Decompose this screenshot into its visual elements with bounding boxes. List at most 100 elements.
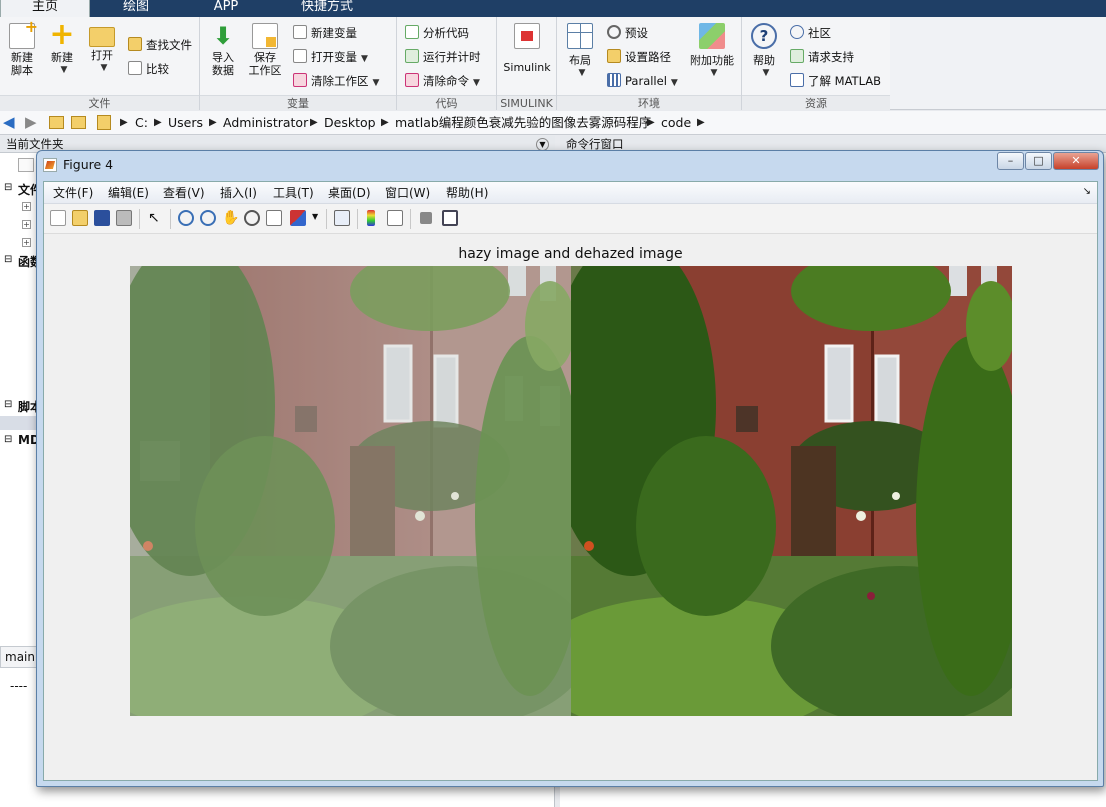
open-variable-dropdown-icon: ▼	[361, 54, 368, 64]
brush-icon[interactable]	[290, 210, 306, 226]
zoom-in-icon[interactable]	[178, 210, 194, 226]
breadcrumb-desktop[interactable]: Desktop	[324, 114, 376, 132]
learn-matlab-button[interactable]: 了解 MATLAB	[790, 71, 881, 91]
expand-icon[interactable]: +	[22, 202, 31, 211]
run-and-time-button[interactable]: 运行并计时	[405, 47, 481, 67]
editor-tab-main[interactable]: main.	[0, 646, 40, 668]
expand-icon[interactable]: +	[22, 238, 31, 247]
addons-cubes-icon	[699, 23, 725, 49]
folder-checkbox-icon[interactable]	[18, 158, 34, 172]
collapse-icon[interactable]: ⊟	[4, 399, 12, 410]
clear-commands-label: 清除命令	[423, 74, 469, 88]
save-icon[interactable]	[94, 210, 110, 226]
ribbon-tab-bar: 主页 绘图 APP 快捷方式	[0, 0, 1106, 17]
hide-plot-tools-icon[interactable]	[420, 212, 432, 224]
new-figure-icon[interactable]	[50, 210, 66, 226]
addons-dropdown-icon: ▼	[710, 68, 718, 78]
show-plot-tools-icon[interactable]	[442, 210, 458, 226]
menu-view[interactable]: 查看(V)	[163, 185, 205, 201]
zoom-out-icon[interactable]	[200, 210, 216, 226]
forward-arrow-icon[interactable]: ▶	[25, 113, 37, 131]
menu-insert[interactable]: 插入(I)	[220, 185, 257, 201]
menu-desktop[interactable]: 桌面(D)	[328, 185, 371, 201]
breadcrumb-administrator[interactable]: Administrator	[223, 114, 308, 132]
set-path-button[interactable]: 设置路径	[607, 47, 671, 67]
up-folder-icon[interactable]	[49, 116, 64, 129]
help-button[interactable]: ? 帮助 ▼	[745, 23, 783, 80]
tab-apps[interactable]: APP	[182, 0, 270, 17]
pointer-icon[interactable]: ↖	[148, 210, 164, 226]
breadcrumb-project-folder[interactable]: matlab编程颜色衰减先验的图像去雾源码程序	[395, 114, 651, 132]
breadcrumb-separator-icon: ▶	[697, 117, 705, 128]
open-variable-button[interactable]: 打开变量 ▼	[293, 47, 368, 67]
menu-edit[interactable]: 编辑(E)	[108, 185, 149, 201]
analyze-code-button[interactable]: 分析代码	[405, 23, 469, 43]
new-label: 新建	[51, 51, 73, 64]
ribbon: + 新建 脚本 + 新建 ▼ 打开 ▼ 查找文件 比较 文件 ⬇ 导入 数据 保…	[0, 17, 890, 110]
clear-workspace-button[interactable]: 清除工作区 ▼	[293, 71, 379, 91]
minimize-button[interactable]: –	[997, 152, 1024, 170]
address-bar: ◀ ▶ ▶ C: ▶ Users ▶ Administrator ▶ Deskt…	[0, 111, 1106, 135]
toolbar-separator	[410, 209, 411, 229]
figure-window[interactable]: Figure 4 – □ ✕ 文件(F) 编辑(E) 查看(V) 插入(I) 工…	[36, 150, 1104, 787]
request-support-button[interactable]: 请求支持	[790, 47, 854, 67]
collapse-icon[interactable]: ⊟	[4, 434, 12, 445]
tab-shortcuts[interactable]: 快捷方式	[272, 0, 382, 17]
maximize-button[interactable]: □	[1025, 152, 1052, 170]
dock-arrow-icon[interactable]: ↘	[1083, 186, 1091, 197]
close-button[interactable]: ✕	[1053, 152, 1099, 170]
back-arrow-icon[interactable]: ◀	[3, 113, 15, 131]
clear-commands-button[interactable]: 清除命令 ▼	[405, 71, 480, 91]
expand-icon[interactable]: +	[22, 220, 31, 229]
open-button[interactable]: 打开 ▼	[83, 23, 121, 75]
new-variable-button[interactable]: 新建变量	[293, 23, 357, 43]
breadcrumb-drive[interactable]: C:	[135, 114, 148, 132]
menu-file[interactable]: 文件(F)	[53, 185, 93, 201]
menu-window[interactable]: 窗口(W)	[385, 185, 430, 201]
collapse-icon[interactable]: ⊟	[4, 254, 12, 265]
import-data-button[interactable]: ⬇ 导入 数据	[204, 23, 242, 77]
collapse-icon[interactable]: ⊟	[4, 182, 12, 193]
brush-dropdown-icon[interactable]: ▼	[312, 212, 318, 221]
tab-home[interactable]: 主页	[0, 0, 90, 17]
open-variable-label: 打开变量	[311, 50, 357, 64]
browse-folder-icon[interactable]	[71, 116, 86, 129]
colorbar-icon[interactable]	[367, 210, 375, 226]
save-workspace-button[interactable]: 保存 工作区	[246, 23, 284, 77]
find-files-button[interactable]: 查找文件	[128, 35, 192, 55]
breadcrumb-separator-icon: ▶	[647, 117, 655, 128]
breadcrumb-separator-icon: ▶	[154, 117, 162, 128]
parallel-button[interactable]: Parallel ▼	[607, 71, 678, 91]
addons-button[interactable]: 附加功能 ▼	[687, 23, 737, 80]
breadcrumb-users[interactable]: Users	[168, 114, 203, 132]
breadcrumb-separator-icon: ▶	[310, 117, 318, 128]
legend-icon[interactable]	[387, 210, 403, 226]
ribbon-section-code: 分析代码 运行并计时 清除命令 ▼ 代码	[397, 17, 497, 110]
new-button[interactable]: + 新建 ▼	[43, 20, 81, 77]
simulink-label: Simulink	[503, 61, 551, 74]
menu-help[interactable]: 帮助(H)	[446, 185, 488, 201]
menu-tools[interactable]: 工具(T)	[273, 185, 314, 201]
preferences-button[interactable]: 预设	[607, 23, 648, 43]
hazy-image	[130, 266, 571, 716]
image-display[interactable]	[130, 266, 1012, 716]
selected-row[interactable]	[0, 416, 36, 430]
breadcrumb-code[interactable]: code	[661, 114, 691, 132]
data-cursor-icon[interactable]	[266, 210, 282, 226]
link-icon[interactable]	[334, 210, 350, 226]
clear-workspace-icon	[293, 73, 307, 87]
ribbon-empty-area	[890, 17, 1106, 110]
simulink-button[interactable]: Simulink	[501, 23, 553, 74]
print-icon[interactable]	[116, 210, 132, 226]
tab-plots[interactable]: 绘图	[92, 0, 180, 17]
new-script-button[interactable]: + 新建 脚本	[3, 19, 41, 77]
layout-button[interactable]: 布局 ▼	[561, 23, 599, 80]
open-file-icon[interactable]	[72, 210, 88, 226]
community-label: 社区	[808, 26, 831, 40]
figure-client-area: 文件(F) 编辑(E) 查看(V) 插入(I) 工具(T) 桌面(D) 窗口(W…	[43, 181, 1098, 781]
pan-icon[interactable]: ✋	[222, 210, 239, 226]
rotate-icon[interactable]	[244, 210, 260, 226]
simulink-icon	[514, 23, 540, 49]
compare-button[interactable]: 比较	[128, 59, 169, 79]
community-button[interactable]: 社区	[790, 23, 831, 43]
